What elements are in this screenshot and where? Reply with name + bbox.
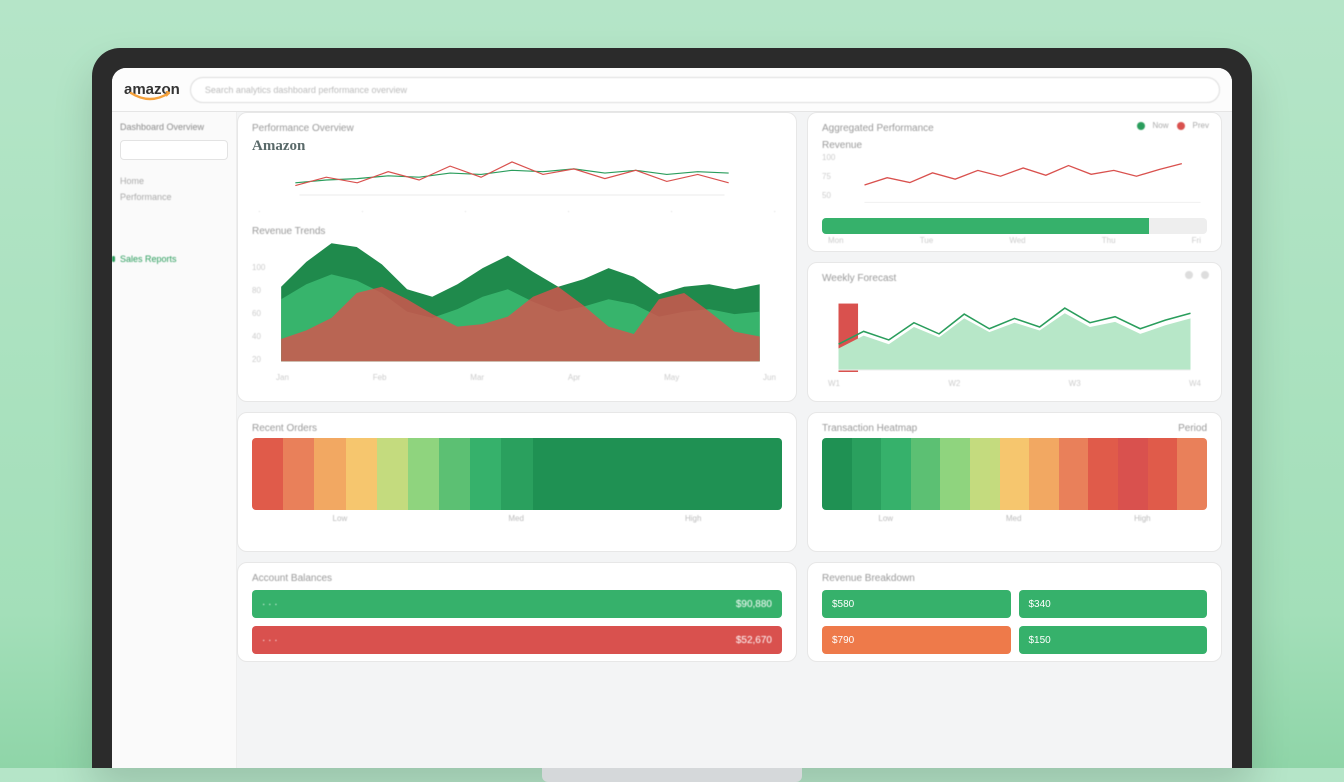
forecast-chart bbox=[822, 284, 1207, 372]
main-grid: Performance Overview Amazon ······ Reven… bbox=[237, 112, 1232, 768]
heatmap-right bbox=[822, 438, 1207, 510]
card-title: Recent Orders bbox=[252, 423, 782, 434]
right-column: Now Prev Aggregated Performance Revenue … bbox=[807, 112, 1222, 402]
balance-bar-1[interactable]: · · ·$90,880 bbox=[252, 590, 782, 618]
card-aggregated: Now Prev Aggregated Performance Revenue … bbox=[807, 112, 1222, 252]
footer-row: Account Balances · · ·$90,880 · · ·$52,6… bbox=[237, 562, 1222, 662]
area-y-ticks: 100 80 60 40 20 bbox=[252, 263, 265, 364]
agg-y-ticks: 100 75 50 bbox=[822, 153, 835, 200]
sidebar-item-sales[interactable]: Sales Reports bbox=[120, 254, 228, 264]
card-subtitle: Revenue Trends bbox=[252, 226, 782, 237]
card-title: Weekly Forecast bbox=[822, 273, 1207, 284]
top-bar: amazon Search analytics dashboard perfor… bbox=[112, 68, 1232, 112]
card-balances: Account Balances · · ·$90,880 · · ·$52,6… bbox=[237, 562, 797, 662]
box-2[interactable]: $340 bbox=[1019, 590, 1208, 618]
box-1[interactable]: $580 bbox=[822, 590, 1011, 618]
balance-bar-2[interactable]: · · ·$52,670 bbox=[252, 626, 782, 654]
card-title: Aggregated Performance bbox=[822, 123, 1207, 134]
card-forecast: Weekly Forecast W1 bbox=[807, 262, 1222, 402]
card-title: Transaction Heatmap bbox=[822, 423, 917, 434]
monitor-frame: amazon Search analytics dashboard perfor… bbox=[92, 48, 1252, 768]
heat-right-labels: Low Med High bbox=[822, 514, 1207, 523]
brand-logo[interactable]: amazon bbox=[124, 81, 180, 98]
search-input[interactable]: Search analytics dashboard performance o… bbox=[190, 77, 1220, 103]
search-placeholder: Search analytics dashboard performance o… bbox=[205, 85, 407, 95]
card-heading: Amazon bbox=[252, 138, 782, 155]
sidebar-filter[interactable] bbox=[120, 140, 228, 160]
sidebar: Dashboard Overview Home Performance Sale… bbox=[112, 112, 237, 768]
fc-x-ticks: W1 W2 W3 W4 bbox=[822, 377, 1207, 390]
sidebar-item-home[interactable]: Home bbox=[120, 176, 228, 186]
card-title: Revenue Breakdown bbox=[822, 573, 1207, 584]
progress-bar bbox=[822, 218, 1207, 234]
card-heatmap-left: Recent Orders Low Med High bbox=[237, 412, 797, 552]
card-title: Performance Overview bbox=[252, 123, 782, 134]
line-chart-top bbox=[252, 155, 772, 205]
heat-left-labels: Low Med High bbox=[252, 514, 782, 523]
sidebar-item-performance[interactable]: Performance bbox=[120, 192, 228, 202]
box-3[interactable]: $790 bbox=[822, 626, 1011, 654]
area-chart bbox=[270, 237, 790, 371]
card-title: Account Balances bbox=[252, 573, 782, 584]
card-heatmap-right: Transaction Heatmap Period Low Med High bbox=[807, 412, 1222, 552]
top-x-ticks: ······ bbox=[252, 205, 782, 218]
card-sub: Period bbox=[1178, 423, 1207, 434]
heatmap-left bbox=[252, 438, 782, 510]
screen: amazon Search analytics dashboard perfor… bbox=[112, 68, 1232, 768]
box-4[interactable]: $150 bbox=[1019, 626, 1208, 654]
area-x-ticks: Jan Feb Mar Apr May Jun bbox=[252, 371, 782, 384]
smile-arrow-icon bbox=[130, 91, 170, 101]
card-breakdown: Revenue Breakdown $580 $340 $790 $150 bbox=[807, 562, 1222, 662]
sidebar-title: Dashboard Overview bbox=[120, 122, 228, 132]
card-performance-overview: Performance Overview Amazon ······ Reven… bbox=[237, 112, 797, 402]
legend-icons bbox=[1185, 271, 1209, 279]
agg-line-chart bbox=[840, 151, 1222, 207]
agg-x-ticks: Mon Tue Wed Thu Fri bbox=[822, 234, 1207, 247]
card-sub: Revenue bbox=[822, 140, 1207, 151]
